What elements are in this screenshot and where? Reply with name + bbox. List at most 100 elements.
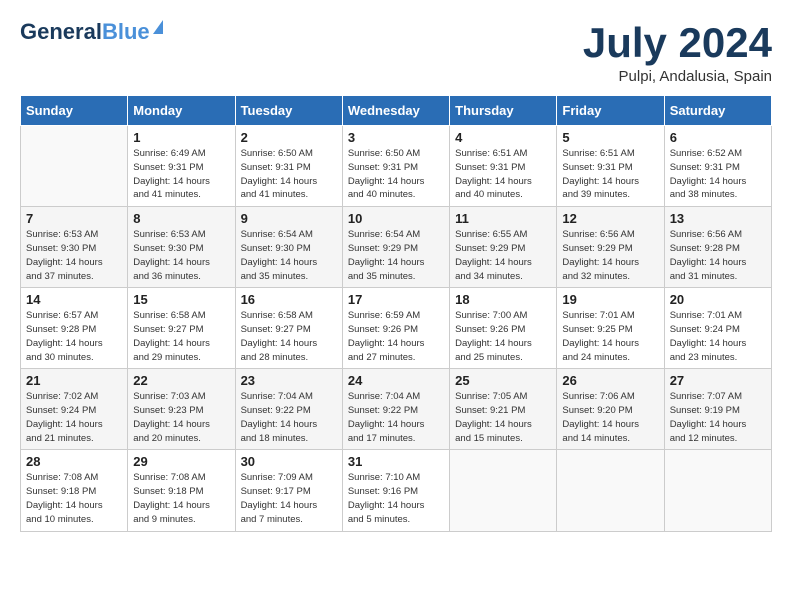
day-info: Sunrise: 7:04 AMSunset: 9:22 PMDaylight:… [348, 390, 444, 445]
calendar-cell: 19 Sunrise: 7:01 AMSunset: 9:25 PMDayligh… [557, 288, 664, 369]
day-number: 16 [241, 292, 337, 307]
weekday-header-friday: Friday [557, 96, 664, 126]
calendar-cell: 29 Sunrise: 7:08 AMSunset: 9:18 PMDayligh… [128, 450, 235, 531]
day-info: Sunrise: 7:05 AMSunset: 9:21 PMDaylight:… [455, 390, 551, 445]
weekday-header-sunday: Sunday [21, 96, 128, 126]
calendar-cell: 20 Sunrise: 7:01 AMSunset: 9:24 PMDayligh… [664, 288, 771, 369]
calendar-cell: 2 Sunrise: 6:50 AMSunset: 9:31 PMDaylight… [235, 126, 342, 207]
day-number: 21 [26, 373, 122, 388]
day-number: 28 [26, 454, 122, 469]
day-info: Sunrise: 7:00 AMSunset: 9:26 PMDaylight:… [455, 309, 551, 364]
day-number: 15 [133, 292, 229, 307]
page-header: GeneralBlue July 2024 Pulpi, Andalusia, … [20, 20, 772, 85]
day-number: 11 [455, 211, 551, 226]
calendar-cell [557, 450, 664, 531]
calendar-cell: 12 Sunrise: 6:56 AMSunset: 9:29 PMDayligh… [557, 207, 664, 288]
calendar-cell: 8Sunrise: 6:53 AMSunset: 9:30 PMDaylight… [128, 207, 235, 288]
calendar-cell: 23Sunrise: 7:04 AMSunset: 9:22 PMDayligh… [235, 369, 342, 450]
day-number: 5 [562, 130, 658, 145]
location: Pulpi, Andalusia, Spain [583, 68, 772, 85]
title-section: July 2024 Pulpi, Andalusia, Spain [583, 20, 772, 85]
day-info: Sunrise: 6:59 AMSunset: 9:26 PMDaylight:… [348, 309, 444, 364]
day-info: Sunrise: 6:56 AMSunset: 9:29 PMDaylight:… [562, 228, 658, 283]
calendar-cell [450, 450, 557, 531]
calendar-cell: 7 Sunrise: 6:53 AMSunset: 9:30 PMDaylight… [21, 207, 128, 288]
calendar-cell: 17Sunrise: 6:59 AMSunset: 9:26 PMDayligh… [342, 288, 449, 369]
day-number: 29 [133, 454, 229, 469]
weekday-header-saturday: Saturday [664, 96, 771, 126]
calendar-cell: 5 Sunrise: 6:51 AMSunset: 9:31 PMDaylight… [557, 126, 664, 207]
day-number: 24 [348, 373, 444, 388]
day-info: Sunrise: 7:06 AMSunset: 9:20 PMDaylight:… [562, 390, 658, 445]
calendar-cell [664, 450, 771, 531]
day-info: Sunrise: 6:50 AMSunset: 9:31 PMDaylight:… [348, 147, 444, 202]
calendar-week-row: 28 Sunrise: 7:08 AMSunset: 9:18 PMDayligh… [21, 450, 772, 531]
day-info: Sunrise: 6:52 AMSunset: 9:31 PMDaylight:… [670, 147, 766, 202]
day-info: Sunrise: 6:53 AMSunset: 9:30 PMDaylight:… [26, 228, 122, 283]
day-number: 22 [133, 373, 229, 388]
calendar-cell: 30 Sunrise: 7:09 AMSunset: 9:17 PMDayligh… [235, 450, 342, 531]
day-info: Sunrise: 6:58 AMSunset: 9:27 PMDaylight:… [241, 309, 337, 364]
calendar-week-row: 21 Sunrise: 7:02 AMSunset: 9:24 PMDayligh… [21, 369, 772, 450]
day-info: Sunrise: 6:49 AMSunset: 9:31 PMDaylight:… [133, 147, 229, 202]
day-info: Sunrise: 6:53 AMSunset: 9:30 PMDaylight:… [133, 228, 229, 283]
day-number: 6 [670, 130, 766, 145]
day-info: Sunrise: 7:01 AMSunset: 9:24 PMDaylight:… [670, 309, 766, 364]
day-number: 10 [348, 211, 444, 226]
month-year: July 2024 [583, 20, 772, 66]
day-info: Sunrise: 7:08 AMSunset: 9:18 PMDaylight:… [133, 471, 229, 526]
day-number: 31 [348, 454, 444, 469]
calendar-cell: 26 Sunrise: 7:06 AMSunset: 9:20 PMDayligh… [557, 369, 664, 450]
day-number: 20 [670, 292, 766, 307]
weekday-header-monday: Monday [128, 96, 235, 126]
calendar-cell: 25 Sunrise: 7:05 AMSunset: 9:21 PMDayligh… [450, 369, 557, 450]
day-info: Sunrise: 6:57 AMSunset: 9:28 PMDaylight:… [26, 309, 122, 364]
day-info: Sunrise: 7:03 AMSunset: 9:23 PMDaylight:… [133, 390, 229, 445]
calendar-cell: 3Sunrise: 6:50 AMSunset: 9:31 PMDaylight… [342, 126, 449, 207]
day-number: 1 [133, 130, 229, 145]
calendar-cell: 21 Sunrise: 7:02 AMSunset: 9:24 PMDayligh… [21, 369, 128, 450]
day-number: 2 [241, 130, 337, 145]
day-number: 25 [455, 373, 551, 388]
weekday-header-tuesday: Tuesday [235, 96, 342, 126]
calendar-cell: 1 Sunrise: 6:49 AMSunset: 9:31 PMDaylight… [128, 126, 235, 207]
day-number: 18 [455, 292, 551, 307]
day-info: Sunrise: 7:08 AMSunset: 9:18 PMDaylight:… [26, 471, 122, 526]
day-info: Sunrise: 7:02 AMSunset: 9:24 PMDaylight:… [26, 390, 122, 445]
day-number: 19 [562, 292, 658, 307]
day-number: 12 [562, 211, 658, 226]
day-info: Sunrise: 6:54 AMSunset: 9:30 PMDaylight:… [241, 228, 337, 283]
calendar-cell: 14 Sunrise: 6:57 AMSunset: 9:28 PMDayligh… [21, 288, 128, 369]
calendar-cell: 10 Sunrise: 6:54 AMSunset: 9:29 PMDayligh… [342, 207, 449, 288]
day-info: Sunrise: 6:55 AMSunset: 9:29 PMDaylight:… [455, 228, 551, 283]
day-info: Sunrise: 7:10 AMSunset: 9:16 PMDaylight:… [348, 471, 444, 526]
logo-text: GeneralBlue [20, 20, 150, 44]
calendar-cell: 24 Sunrise: 7:04 AMSunset: 9:22 PMDayligh… [342, 369, 449, 450]
calendar-cell: 11 Sunrise: 6:55 AMSunset: 9:29 PMDayligh… [450, 207, 557, 288]
calendar-cell: 22 Sunrise: 7:03 AMSunset: 9:23 PMDayligh… [128, 369, 235, 450]
day-number: 14 [26, 292, 122, 307]
day-info: Sunrise: 7:01 AMSunset: 9:25 PMDaylight:… [562, 309, 658, 364]
calendar-cell: 13Sunrise: 6:56 AMSunset: 9:28 PMDayligh… [664, 207, 771, 288]
calendar-cell: 27 Sunrise: 7:07 AMSunset: 9:19 PMDayligh… [664, 369, 771, 450]
weekday-header-thursday: Thursday [450, 96, 557, 126]
day-number: 27 [670, 373, 766, 388]
calendar-week-row: 14 Sunrise: 6:57 AMSunset: 9:28 PMDayligh… [21, 288, 772, 369]
day-number: 26 [562, 373, 658, 388]
calendar-cell: 9 Sunrise: 6:54 AMSunset: 9:30 PMDaylight… [235, 207, 342, 288]
day-info: Sunrise: 7:09 AMSunset: 9:17 PMDaylight:… [241, 471, 337, 526]
day-info: Sunrise: 6:54 AMSunset: 9:29 PMDaylight:… [348, 228, 444, 283]
weekday-header-row: SundayMondayTuesdayWednesdayThursdayFrid… [21, 96, 772, 126]
logo: GeneralBlue [20, 20, 163, 44]
calendar-cell: 16 Sunrise: 6:58 AMSunset: 9:27 PMDayligh… [235, 288, 342, 369]
calendar-cell: 4Sunrise: 6:51 AMSunset: 9:31 PMDaylight… [450, 126, 557, 207]
day-info: Sunrise: 6:51 AMSunset: 9:31 PMDaylight:… [562, 147, 658, 202]
calendar-cell: 28 Sunrise: 7:08 AMSunset: 9:18 PMDayligh… [21, 450, 128, 531]
day-number: 7 [26, 211, 122, 226]
weekday-header-wednesday: Wednesday [342, 96, 449, 126]
calendar-cell: 31 Sunrise: 7:10 AMSunset: 9:16 PMDayligh… [342, 450, 449, 531]
day-number: 9 [241, 211, 337, 226]
day-info: Sunrise: 6:50 AMSunset: 9:31 PMDaylight:… [241, 147, 337, 202]
day-number: 30 [241, 454, 337, 469]
day-info: Sunrise: 7:07 AMSunset: 9:19 PMDaylight:… [670, 390, 766, 445]
